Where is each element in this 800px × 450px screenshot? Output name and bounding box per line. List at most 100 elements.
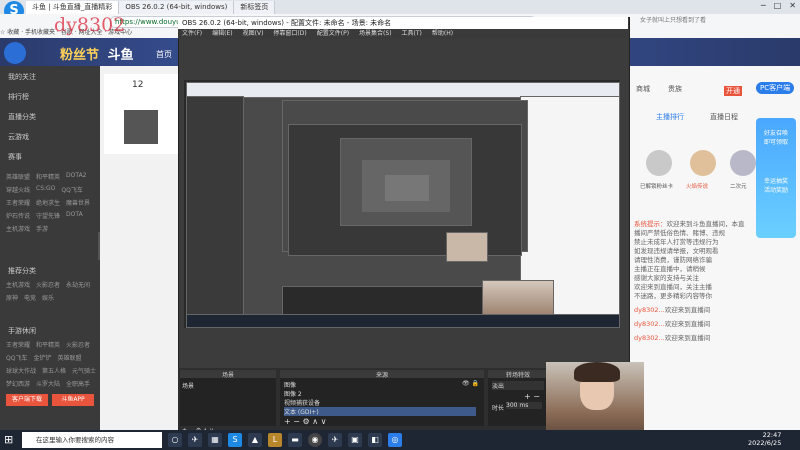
- nav-cloud-game[interactable]: 云游戏: [8, 132, 29, 142]
- category-item[interactable]: CS:GO: [36, 185, 55, 194]
- minimize-button[interactable]: ─: [761, 1, 766, 10]
- fans-card-image[interactable]: [646, 150, 672, 176]
- fans-card-image[interactable]: [730, 150, 756, 176]
- source-item[interactable]: 图像: [284, 380, 296, 389]
- taskbar-search-input[interactable]: 在这里输入你要搜索的内容: [22, 432, 162, 448]
- close-button[interactable]: ✕: [789, 1, 796, 10]
- nested-left-nav: [186, 96, 244, 316]
- sources-dock-header: 来源: [280, 370, 484, 379]
- category-item[interactable]: 炉石传说: [6, 211, 30, 220]
- category-item[interactable]: 主机游戏: [6, 224, 30, 233]
- category-item[interactable]: 绝地求生: [36, 198, 60, 207]
- source-dock-controls[interactable]: + − ⚙ ∧ ∨: [284, 417, 326, 426]
- category-item[interactable]: 娱乐: [42, 293, 54, 302]
- app-icon[interactable]: ✈: [188, 433, 202, 447]
- menu-profile[interactable]: 配置文件(P): [317, 29, 349, 39]
- category-item[interactable]: 手游: [36, 224, 48, 233]
- category-item[interactable]: 斗罗大陆: [36, 379, 60, 388]
- maximize-button[interactable]: □: [774, 1, 782, 10]
- category-item[interactable]: 元气骑士: [72, 366, 96, 375]
- app-download-button[interactable]: 斗鱼APP: [52, 394, 94, 406]
- obs-titlebar: OBS 26.0.2 (64-bit, windows) - 配置文件: 未命名…: [178, 17, 628, 29]
- douyu-logo[interactable]: 粉丝节 斗鱼: [60, 44, 134, 63]
- app-icon[interactable]: ◧: [368, 433, 382, 447]
- category-item[interactable]: 永劫无间: [66, 280, 90, 289]
- menu-view[interactable]: 视图(V): [243, 29, 264, 39]
- tab-anchor-rank[interactable]: 主播排行: [656, 112, 684, 122]
- nav-category[interactable]: 直播分类: [8, 112, 36, 122]
- category-item[interactable]: DOTA2: [66, 172, 86, 181]
- source-item[interactable]: 视频捕获设备: [284, 398, 320, 407]
- scenes-dock: [180, 378, 276, 426]
- nav-follow[interactable]: 我的关注: [8, 72, 36, 82]
- duration-input[interactable]: 300 ms: [506, 402, 542, 409]
- scene-item[interactable]: 场景: [182, 381, 194, 390]
- category-item[interactable]: 王者荣耀: [6, 340, 30, 349]
- category-item[interactable]: 电竞: [24, 293, 36, 302]
- menu-edit[interactable]: 编辑(E): [212, 29, 232, 39]
- windows-start-icon[interactable]: ⊞: [4, 434, 16, 446]
- tab-obs[interactable]: OBS 26.0.2 (64-bit, windows): [119, 1, 235, 14]
- menu-help[interactable]: 帮助(H): [432, 29, 453, 39]
- anchor-avatar[interactable]: [124, 110, 158, 144]
- category-item[interactable]: 穿越火线: [6, 185, 30, 194]
- category-item[interactable]: 全职高手: [66, 379, 90, 388]
- visibility-eye-icon[interactable]: 👁 🔒: [462, 380, 479, 387]
- app-icon[interactable]: ▬: [288, 433, 302, 447]
- category-item[interactable]: 英雄联盟: [6, 172, 30, 181]
- category-item[interactable]: 火影忍者: [36, 280, 60, 289]
- promo-banner[interactable]: 好友召唤 即可领取 幸运抽奖 活动奖励: [756, 118, 796, 238]
- app-icon[interactable]: ▦: [208, 433, 222, 447]
- category-item[interactable]: 守望先锋: [36, 211, 60, 220]
- shop-link[interactable]: 商城: [636, 84, 650, 94]
- tab-schedule[interactable]: 直播日程: [710, 112, 738, 122]
- browser-search-input[interactable]: 女子就叫上只想看到了看: [640, 16, 750, 26]
- category-item[interactable]: 英雄联盟: [57, 353, 81, 362]
- app-icon[interactable]: ◎: [388, 433, 402, 447]
- menu-scene-collection[interactable]: 场景集合(S): [359, 29, 392, 39]
- category-item[interactable]: 王者荣耀: [6, 198, 30, 207]
- promo-text: 幸运抽奖: [763, 178, 788, 185]
- nav-rank[interactable]: 排行榜: [8, 92, 29, 102]
- system-clock[interactable]: 22:47 2022/6/25: [748, 431, 781, 447]
- category-item[interactable]: 主机游戏: [6, 280, 30, 289]
- category-item[interactable]: 金铲铲: [33, 353, 51, 362]
- menu-tools[interactable]: 工具(T): [402, 29, 422, 39]
- user-avatar[interactable]: [4, 42, 26, 64]
- scenes-dock-header: 场景: [180, 370, 276, 379]
- category-item[interactable]: 第五人格: [42, 366, 66, 375]
- obs-app-icon[interactable]: ◉: [308, 433, 322, 447]
- tab-douyu[interactable]: 斗鱼 | 斗鱼直播_直播精彩: [26, 1, 120, 14]
- category-item[interactable]: DOTA: [66, 211, 83, 220]
- task-view-icon[interactable]: ○: [168, 433, 182, 447]
- category-item[interactable]: 魔兽世界: [66, 198, 90, 207]
- fans-card-image[interactable]: [690, 150, 716, 176]
- app-icon[interactable]: L: [268, 433, 282, 447]
- nav-event[interactable]: 赛事: [8, 152, 22, 162]
- tab-new[interactable]: 新标签页: [234, 1, 276, 14]
- menu-docks[interactable]: 停靠窗口(D): [273, 29, 306, 39]
- app-icon[interactable]: ✈: [328, 433, 342, 447]
- category-item[interactable]: 火影忍者: [66, 340, 90, 349]
- client-download-button[interactable]: 客户端下载: [6, 394, 48, 406]
- transition-add-remove[interactable]: + −: [524, 392, 540, 401]
- app-icon[interactable]: ▲: [248, 433, 262, 447]
- category-item[interactable]: 梦幻西游: [6, 379, 30, 388]
- category-item[interactable]: 和平精英: [36, 172, 60, 181]
- open-button[interactable]: 开通: [724, 86, 742, 96]
- category-item[interactable]: QQ飞车: [6, 353, 27, 362]
- browser-app-icon[interactable]: S: [228, 433, 242, 447]
- category-item[interactable]: 和平精英: [36, 340, 60, 349]
- vip-link[interactable]: 贵族: [668, 84, 682, 94]
- category-item[interactable]: QQ飞车: [61, 185, 82, 194]
- chat-message: dy8302...欢迎来到直播间: [634, 334, 711, 342]
- pc-client-badge[interactable]: PC客户端: [756, 82, 795, 94]
- source-item[interactable]: 图像 2: [284, 389, 302, 398]
- app-icon[interactable]: ▣: [348, 433, 362, 447]
- category-item[interactable]: 原神: [6, 293, 18, 302]
- source-item-selected[interactable]: 文本 (GDI+): [284, 407, 476, 416]
- nav-home-link[interactable]: 首页: [156, 49, 172, 60]
- transition-select[interactable]: 淡出: [492, 381, 544, 390]
- category-item[interactable]: 球球大作战: [6, 366, 36, 375]
- menu-file[interactable]: 文件(F): [182, 29, 202, 39]
